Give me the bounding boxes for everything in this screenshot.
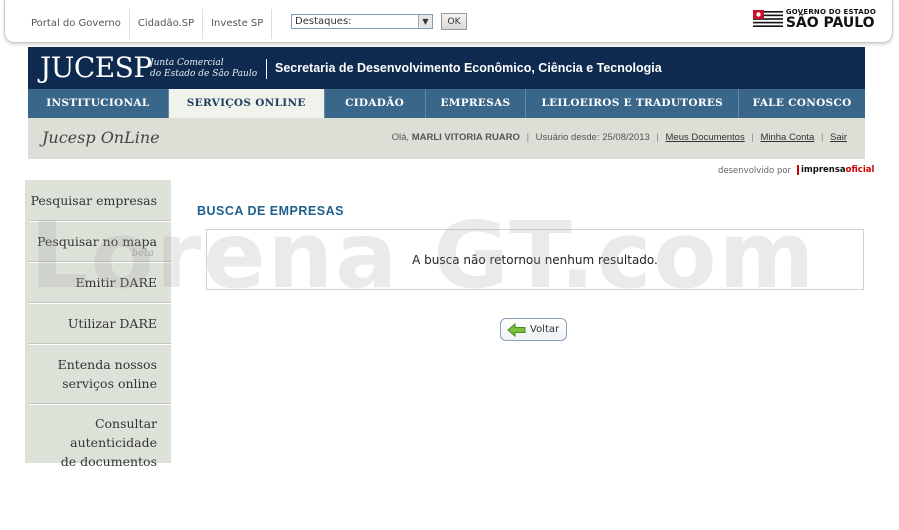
separator: | — [526, 132, 530, 143]
result-box: A busca não retornou nenhum resultado. — [206, 229, 864, 290]
nav-servicos-online[interactable]: SERVIÇOS ONLINE — [168, 89, 325, 118]
investe-sp-link[interactable]: Investe SP — [203, 9, 273, 39]
destaques-select[interactable]: Destaques: ▼ — [291, 14, 433, 29]
sidebar-item-label: Emitir DARE — [75, 275, 157, 290]
nav-empresas[interactable]: EMPRESAS — [426, 89, 527, 118]
voltar-button[interactable]: Voltar — [500, 318, 567, 341]
jucesp-online-title: Jucesp OnLine — [42, 128, 160, 147]
nav-leiloeiros-tradutores[interactable]: LEILOEIROS E TRADUTORES — [526, 89, 740, 118]
sair-link[interactable]: Sair — [830, 132, 847, 143]
no-results-message: A busca não retornou nenhum resultado. — [412, 253, 658, 267]
portal-governo-link[interactable]: Portal do Governo — [23, 9, 130, 39]
sidebar-item-label: Utilizar DARE — [67, 316, 157, 331]
cidadao-sp-link[interactable]: Cidadão.SP — [130, 9, 204, 39]
separator: | — [656, 132, 659, 143]
sidebar-item-consultar-autenticidade[interactable]: Consultar autenticidade de documentos — [25, 414, 157, 471]
imprensa-text: imprensa — [801, 165, 846, 175]
logo-line-2: SÃO PAULO — [785, 15, 875, 31]
site-header: JUCESP Junta Comercial do Estado de São … — [28, 47, 865, 89]
sidebar-item-label-line2: de documentos — [60, 454, 157, 469]
sidebar-item-label: Pesquisar empresas — [30, 193, 157, 208]
sidebar-divider — [29, 302, 171, 304]
jucesp-subtitle: Junta Comercial do Estado de São Paulo — [150, 58, 257, 80]
sidebar-item-pesquisar-empresas[interactable]: Pesquisar empresas — [31, 191, 157, 210]
nav-institucional[interactable]: INSTITUCIONAL — [28, 89, 169, 118]
sidebar-item-utilizar-dare[interactable]: Utilizar DARE — [68, 314, 157, 333]
user-info: Olá, MARLI VITORIA RUARO | Usuário desde… — [392, 132, 847, 143]
sidebar-divider — [29, 261, 171, 263]
developed-by-label: desenvolvido por — [718, 166, 792, 176]
nav-fale-conosco[interactable]: FALE CONOSCO — [739, 89, 865, 118]
imprensa-oficial-logo[interactable]: imprensaoficial — [797, 165, 874, 175]
separator: | — [820, 132, 824, 143]
separator: | — [751, 132, 754, 143]
subheader-bar: Jucesp OnLine Olá, MARLI VITORIA RUARO |… — [28, 118, 865, 159]
sidebar-item-label-line1: Entenda nossos — [57, 357, 157, 372]
user-name: MARLI VITORIA RUARO — [411, 132, 520, 143]
minha-conta-link[interactable]: Minha Conta — [760, 132, 814, 143]
gov-links: Portal do Governo Cidadão.SP Investe SP — [23, 9, 273, 39]
back-arrow-icon — [507, 323, 526, 337]
sidebar-item-label-line1: Consultar autenticidade — [70, 416, 157, 450]
brand-sub-line-2: do Estado de São Paulo — [150, 69, 258, 79]
header-divider — [266, 59, 267, 79]
sidebar-item-label-line2: serviços online — [62, 376, 157, 391]
ok-button[interactable]: OK — [441, 13, 467, 30]
main-nav: INSTITUCIONAL SERVIÇOS ONLINE CIDADÃO EM… — [28, 89, 865, 118]
sp-flag-icon — [752, 9, 783, 30]
sidebar-divider — [29, 220, 171, 222]
sidebar-divider — [29, 343, 171, 345]
beta-badge: beta — [131, 248, 154, 259]
member-since: Usuário desde: 25/08/2013 — [535, 132, 650, 143]
jucesp-logo[interactable]: JUCESP — [40, 51, 152, 84]
secretaria-title: Secretaria de Desenvolvimento Econômico,… — [275, 61, 662, 75]
brand-sub-line-1: Junta Comercial — [150, 58, 224, 68]
sidebar-item-emitir-dare[interactable]: Emitir DARE — [75, 273, 157, 292]
greeting: Olá, — [391, 132, 410, 143]
voltar-label: Voltar — [530, 324, 560, 335]
destaques-select-value: Destaques: — [295, 16, 352, 27]
sidebar-item-entenda-servicos[interactable]: Entenda nossos serviços online — [58, 355, 157, 393]
governo-sp-logo[interactable]: GOVERNO DO ESTADO SÃO PAULO — [752, 9, 876, 31]
dropdown-arrow-icon[interactable]: ▼ — [418, 15, 432, 28]
sidebar-divider — [29, 403, 171, 405]
government-top-bar: Portal do Governo Cidadão.SP Investe SP … — [4, 0, 893, 43]
nav-cidadao[interactable]: CIDADÃO — [325, 89, 426, 118]
oficial-text: oficial — [845, 165, 875, 175]
meus-documentos-link[interactable]: Meus Documentos — [666, 132, 745, 143]
sidebar-menu: Pesquisar empresas Pesquisar no mapa bet… — [25, 180, 171, 469]
page-title: BUSCA DE EMPRESAS — [197, 204, 344, 218]
